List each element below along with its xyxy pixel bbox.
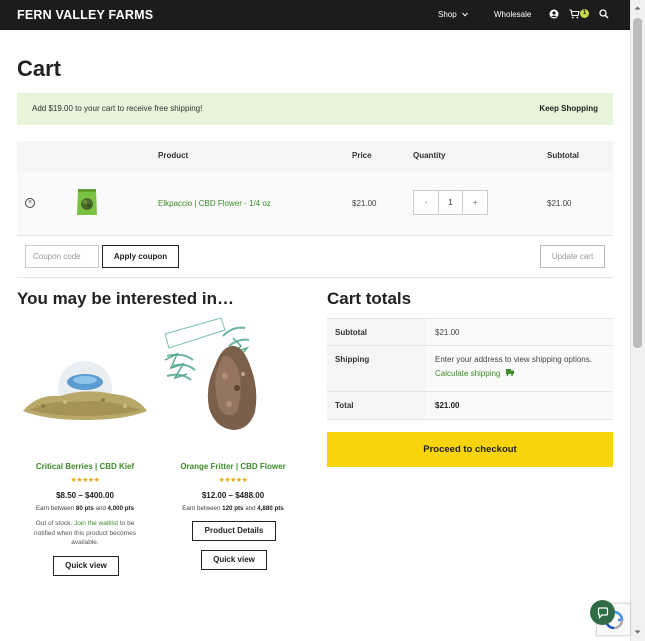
subtotal-value: $21.00 bbox=[426, 319, 613, 345]
page-title: Cart bbox=[17, 56, 62, 81]
notice-text: Add $19.00 to your cart to receive free … bbox=[32, 104, 203, 113]
shipping-text: Enter your address to view shipping opti… bbox=[435, 355, 592, 364]
quantity-input[interactable]: 1 bbox=[437, 191, 464, 214]
product-price: $12.00 – $488.00 bbox=[201, 491, 265, 500]
search-icon[interactable] bbox=[599, 9, 609, 19]
subtotal-label: Subtotal bbox=[327, 319, 426, 345]
col-quantity: Quantity bbox=[413, 151, 446, 160]
cart-item-name[interactable]: Elkpaccio | CBD Flower - 1/4 oz bbox=[158, 199, 271, 208]
col-subtotal: Subtotal bbox=[547, 151, 579, 160]
col-price: Price bbox=[352, 151, 372, 160]
truck-icon bbox=[505, 369, 514, 376]
nav-shop[interactable]: Shop bbox=[438, 10, 468, 19]
nav-wholesale[interactable]: Wholesale bbox=[494, 10, 531, 19]
quick-view-button[interactable]: Quick view bbox=[53, 556, 119, 576]
keep-shopping-link[interactable]: Keep Shopping bbox=[539, 104, 598, 113]
rating-stars: ★★★★★ bbox=[218, 477, 248, 484]
product-thumbnail[interactable] bbox=[75, 187, 99, 217]
cart-item-price: $21.00 bbox=[352, 199, 377, 208]
related-products-title: You may be interested in… bbox=[17, 289, 234, 308]
totals-row-shipping: Shipping Enter your address to view ship… bbox=[327, 346, 613, 392]
earn-mid: and bbox=[93, 505, 108, 512]
apply-coupon-button[interactable]: Apply coupon bbox=[102, 245, 179, 268]
chat-icon bbox=[597, 606, 608, 619]
scroll-down-icon[interactable] bbox=[633, 627, 642, 637]
site-logo[interactable]: FERN VALLEY FARMS bbox=[17, 8, 153, 22]
section-divider bbox=[17, 277, 613, 278]
account-icon[interactable] bbox=[549, 9, 559, 19]
totals-row-subtotal: Subtotal $21.00 bbox=[327, 318, 613, 346]
earn-high: 4,880 pts bbox=[257, 505, 284, 512]
calculate-shipping[interactable]: Calculate shipping bbox=[435, 369, 604, 378]
nav-shop-label: Shop bbox=[438, 10, 457, 19]
total-value: $21.00 bbox=[426, 392, 613, 419]
product-image-flower[interactable] bbox=[163, 316, 303, 452]
earn-high: 4,000 pts bbox=[107, 505, 135, 512]
scrollbar-thumb[interactable] bbox=[633, 18, 642, 348]
product-price: $8.50 – $400.00 bbox=[56, 491, 114, 500]
product-details-button[interactable]: Product Details bbox=[192, 521, 276, 541]
free-shipping-notice: Add $19.00 to your cart to receive free … bbox=[17, 93, 613, 125]
product-name[interactable]: Critical Berries | CBD Kief bbox=[15, 462, 155, 471]
total-label: Total bbox=[327, 392, 426, 419]
earn-low: 120 pts bbox=[222, 505, 244, 512]
earn-points-text: Earn between 120 pts and 4,880 pts bbox=[163, 505, 303, 512]
cart-totals-title: Cart totals bbox=[327, 289, 412, 308]
cart-count-badge: 1 bbox=[580, 9, 589, 18]
quantity-increase-button[interactable]: + bbox=[463, 191, 487, 214]
earn-mid: and bbox=[243, 505, 258, 512]
calculate-shipping-link[interactable]: Calculate shipping bbox=[435, 369, 500, 378]
product-image-kief[interactable] bbox=[15, 316, 155, 452]
col-product: Product bbox=[158, 151, 189, 160]
rating-stars: ★★★★★ bbox=[70, 477, 100, 484]
totals-row-total: Total $21.00 bbox=[327, 392, 613, 420]
cart-item-subtotal: $21.00 bbox=[547, 199, 572, 208]
scroll-up-icon[interactable] bbox=[633, 3, 642, 13]
chat-button[interactable] bbox=[590, 600, 615, 625]
quantity-stepper: - 1 + bbox=[413, 190, 488, 215]
coupon-code-input[interactable]: Coupon code bbox=[25, 245, 99, 268]
product-card-orange-fritter: Orange Fritter | CBD Flower ★★★★★ $12.00… bbox=[163, 316, 303, 570]
earn-prefix: Earn between bbox=[182, 505, 223, 512]
proceed-to-checkout-button[interactable]: Proceed to checkout bbox=[327, 432, 613, 467]
chevron-down-icon bbox=[461, 12, 468, 17]
join-waitlist-link[interactable]: Join the waitlist bbox=[74, 520, 118, 527]
shipping-label: Shipping bbox=[327, 346, 426, 391]
earn-prefix: Earn between bbox=[35, 505, 76, 512]
update-cart-button[interactable]: Update cart bbox=[540, 245, 605, 268]
cart-table-header: Product Price Quantity Subtotal bbox=[17, 141, 613, 172]
product-card-critical-berries: Critical Berries | CBD Kief ★★★★★ $8.50 … bbox=[15, 316, 155, 576]
out-of-stock-text: Out of stock. Join the waitlist to be no… bbox=[25, 519, 145, 548]
shipping-value: Enter your address to view shipping opti… bbox=[426, 346, 613, 391]
remove-item-icon[interactable]: × bbox=[25, 198, 35, 208]
cart-item-row: × Elkpaccio | CBD Flower - 1/4 oz $21.00… bbox=[17, 172, 613, 236]
earn-points-text: Earn between 80 pts and 4,000 pts bbox=[15, 505, 155, 512]
quantity-decrease-button[interactable]: - bbox=[414, 191, 438, 214]
product-name[interactable]: Orange Fritter | CBD Flower bbox=[163, 462, 303, 471]
stock-prefix: Out of stock. bbox=[35, 520, 74, 527]
earn-low: 80 pts bbox=[75, 505, 94, 512]
cart-icon[interactable] bbox=[569, 9, 580, 19]
quick-view-button[interactable]: Quick view bbox=[201, 550, 267, 570]
